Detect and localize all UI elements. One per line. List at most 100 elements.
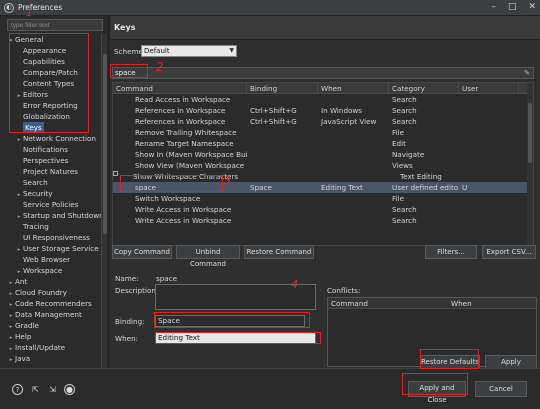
app-icon: ◐ [4,2,14,13]
table-row[interactable]: Rename Target Namespace Edit [113,138,533,149]
unbind-command-button[interactable]: Unbind Command [176,245,240,268]
copy-command-button[interactable]: Copy Command [112,245,172,259]
command-search-input[interactable]: space [112,67,534,79]
tree-item[interactable]: ▸ Gradle [7,320,107,331]
table-row[interactable]: Remove Trailing Whitespace File [113,127,533,138]
table-row[interactable]: References in Workspace Ctrl+Shift+G JavaS… [113,116,533,127]
cell-when: In Windows [321,106,363,115]
tree-item[interactable]: ▸ User Storage Service [7,243,107,254]
table-row[interactable]: Show View (Maven Workspace Buil Views [113,160,533,171]
tree-item[interactable]: ▸ Security [7,188,107,199]
annotation-box-when [155,332,321,344]
page-title: Keys [110,16,540,40]
cell-user: U [462,183,468,192]
tree-item[interactable]: ▸ Workspace [7,265,107,276]
export-csv-button[interactable]: Export CSV... [482,245,536,259]
tree-item[interactable]: ▸ Ant [7,276,107,287]
cell-when [318,127,389,138]
cell-when [318,204,389,215]
table-row[interactable]: Write Access in Workspace Search [113,204,533,215]
minimize-icon[interactable]: – [491,2,496,12]
filter-input[interactable] [7,19,103,31]
apply-button[interactable]: Apply [485,355,537,369]
cell-binding [247,160,318,171]
tree-item[interactable]: ▸ Java [7,353,107,364]
cell-user [467,171,527,182]
table-row[interactable]: Write Access in Workspace Search [113,215,533,226]
col-command[interactable]: Command [113,83,247,93]
cell-when [326,171,397,182]
conflicts-col-command[interactable]: Command [328,298,448,308]
restore-command-button[interactable]: Restore Command [244,245,314,259]
conflicts-header: Command When [328,298,536,309]
cell-binding [247,193,318,204]
cell-binding [247,138,318,149]
cell-binding [247,127,318,138]
cell-binding [247,215,318,226]
annotation-number-1: 1 [26,8,33,19]
cell-command: References in Workspace [135,106,226,115]
tree-item-label: Notifications [23,145,68,154]
cell-user [459,149,519,160]
tree-item[interactable]: ▸ Install/Update [7,342,107,353]
import-icon[interactable]: ⇱ [30,384,41,395]
col-when[interactable]: When [318,83,389,93]
cell-category: Search [392,95,417,104]
cell-command: Read Access in Workspace [135,95,231,104]
export-icon[interactable]: ⇲ [47,384,58,395]
annotation-box-apply-close [402,373,468,395]
col-user[interactable]: User [459,83,519,93]
cell-command: References in Workspace [135,117,226,126]
annotation-number-2: 2 [156,60,164,74]
col-category[interactable]: Category [389,83,459,93]
table-row[interactable]: References in Workspace Ctrl+Shift+G In Wi… [113,105,533,116]
help-icon[interactable]: ? [12,384,23,395]
cell-user [459,160,519,171]
tree-item[interactable]: Search [7,177,107,188]
tree-item-label: Ant [15,277,28,286]
tree-item-label: Security [23,189,53,198]
cell-command: Rename Target Namespace [135,139,234,148]
conflicts-col-when[interactable]: When [448,298,536,308]
tree-item[interactable]: Tracing [7,221,107,232]
cell-category: User defined edito... [392,183,459,192]
tree-item[interactable]: ▸ Code Recommenders [7,298,107,309]
table-row[interactable]: Switch Workspace File [113,193,533,204]
clear-search-icon[interactable]: ✎ [524,69,530,77]
tree-item[interactable]: ▸ Help [7,331,107,342]
filters-button[interactable]: Filters... [425,245,477,259]
tree-item[interactable]: Notifications [7,144,107,155]
tree-item[interactable]: Web Browser [7,254,107,265]
tree-item[interactable]: Project Natures [7,166,107,177]
table-row[interactable]: Show In (Maven Workspace Build) Navigate [113,149,533,160]
annotation-number-4: 4 [291,278,298,291]
cancel-button[interactable]: Cancel [475,381,527,397]
tree-item[interactable]: Service Policies [7,199,107,210]
tree-item-label: User Storage Service [23,244,99,253]
window-title: Preferences [18,3,63,12]
table-body: Read Access in Workspace Search References… [113,94,533,226]
tree-item[interactable]: ▸ Cloud Foundry [7,287,107,298]
tree-item-label: Search [23,178,48,187]
cell-command: Write Access in Workspace [135,216,232,225]
record-icon[interactable]: ● [64,384,75,395]
scheme-select[interactable]: Default ▼ [141,45,237,57]
close-icon[interactable]: ✕ [528,2,536,12]
cell-command: Show View (Maven Workspace Buil [135,161,247,170]
tree-item[interactable]: Perspectives [7,155,107,166]
table-scrollbar[interactable] [527,83,533,245]
maximize-icon[interactable]: □ [508,2,517,12]
tree-item[interactable]: UI Responsiveness [7,232,107,243]
expand-right-icon[interactable]: ▸ [7,355,15,366]
table-row[interactable]: Read Access in Workspace Search [113,94,533,105]
name-value: space [156,274,178,283]
tree-item[interactable]: ▸ Startup and Shutdown [7,210,107,221]
tree-item[interactable]: ▸ Data Management [7,309,107,320]
cell-command: Show In (Maven Workspace Build) [135,150,247,159]
cell-category: Search [392,216,417,225]
tree-item-label: Tracing [23,222,49,231]
col-binding[interactable]: Binding [247,83,318,93]
annotation-box-binding [154,312,310,328]
tree-item[interactable]: ▸ Network Connection [7,133,107,144]
table-scrollbar-thumb[interactable] [528,103,532,163]
